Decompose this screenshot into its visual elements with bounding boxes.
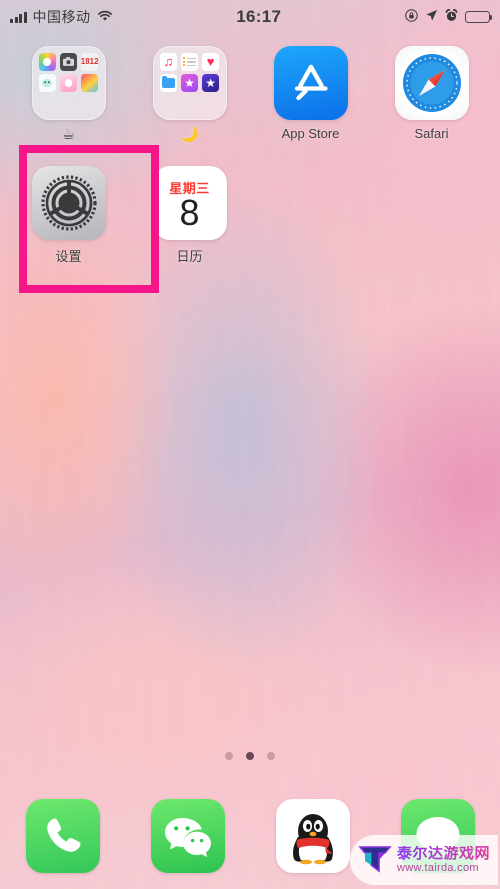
app-folder-2[interactable]: ♫ ♥ ★ ★ 🌙 (129, 40, 250, 152)
files-icon (159, 74, 178, 92)
location-arrow-icon (425, 9, 438, 26)
wifi-icon (97, 9, 113, 26)
camera-icon (59, 53, 78, 71)
app-store-label: App Store (281, 126, 340, 141)
folder-2-label: 🌙 (180, 126, 199, 143)
iphone-home-screen: 中国移动 16:17 1812 ☕ ♫ ♥ ★ ★ 🌙 App Store Sa… (0, 0, 500, 889)
carrier-label: 中国移动 (32, 9, 91, 25)
app-app-store[interactable]: App Store (250, 40, 371, 152)
page-indicator[interactable] (0, 752, 500, 760)
app-calendar[interactable]: 星期三 8 日历 (129, 160, 250, 272)
photos-icon (38, 53, 57, 71)
itunes-store-icon: ★ (180, 74, 199, 92)
app-settings[interactable]: 设置 (8, 160, 129, 272)
wechat-bubbles-icon[interactable] (150, 798, 225, 873)
page-dot-3[interactable] (267, 752, 275, 760)
folder-icon[interactable]: 1812 (31, 46, 106, 120)
safari-label: Safari (414, 126, 449, 141)
alarm-clock-icon (445, 8, 458, 26)
page-dot-1[interactable] (225, 752, 233, 760)
imovie-icon: ★ (201, 74, 220, 92)
calculator-icon: 1812 (80, 53, 99, 71)
status-bar-left: 中国移动 (10, 7, 113, 27)
calendar-day: 8 (179, 192, 200, 234)
app-store-icon[interactable] (273, 46, 348, 120)
folder-1-label: ☕ (61, 126, 76, 143)
safari-compass-icon[interactable] (394, 46, 469, 120)
calendar-label: 日历 (176, 249, 203, 264)
phone-handset-icon[interactable] (25, 798, 100, 873)
game-icon (80, 74, 99, 92)
calendar-icon[interactable]: 星期三 8 (152, 166, 227, 240)
qq-penguin-icon[interactable] (275, 798, 350, 873)
pink-camera-icon (59, 74, 78, 92)
status-bar-clock: 16:17 (236, 7, 282, 26)
tairda-t-logo-icon (358, 844, 392, 876)
app-safari[interactable]: Safari (371, 40, 492, 152)
app-grid: 1812 ☕ ♫ ♥ ★ ★ 🌙 App Store Safari 设置 星期三… (0, 40, 500, 272)
status-bar: 中国移动 16:17 (0, 0, 500, 34)
watermark-text: 泰尔达游戏网 www.tairda.com (397, 844, 491, 875)
page-dot-2-active[interactable] (246, 752, 254, 760)
rotation-lock-icon (405, 8, 418, 26)
reminders-icon (180, 53, 199, 71)
settings-gear-icon[interactable] (31, 166, 106, 240)
music-icon: ♫ (159, 53, 178, 71)
status-bar-right (405, 8, 493, 26)
watermark-url: www.tairda.com (397, 862, 479, 875)
battery-icon (464, 11, 493, 23)
health-icon: ♥ (201, 53, 220, 71)
signal-bars-icon (10, 11, 27, 23)
empty-slot (250, 160, 371, 272)
folder-icon[interactable]: ♫ ♥ ★ ★ (152, 46, 227, 120)
empty-slot (371, 160, 492, 272)
app-white-icon (38, 74, 57, 92)
site-watermark: 泰尔达游戏网 www.tairda.com (350, 835, 498, 885)
settings-label: 设置 (55, 249, 82, 264)
app-folder-1[interactable]: 1812 ☕ (8, 40, 129, 152)
watermark-site-name: 泰尔达游戏网 (397, 844, 491, 862)
